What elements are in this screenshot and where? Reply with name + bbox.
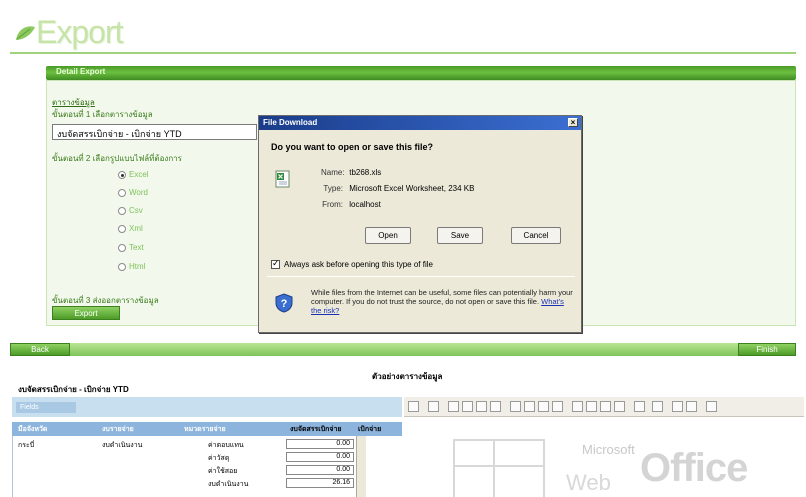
collapse-icon[interactable]	[572, 401, 583, 412]
header-category[interactable]: หมวดรายจ่าย	[184, 424, 226, 435]
finish-button[interactable]: Finish	[738, 343, 796, 356]
header-divider	[10, 52, 796, 54]
format-label: Text	[129, 243, 144, 252]
dialog-separator	[267, 276, 575, 277]
sort-descending-icon[interactable]	[462, 401, 473, 412]
expand-icon[interactable]	[586, 401, 597, 412]
row-province[interactable]: กระบี่	[18, 440, 34, 451]
radio-button[interactable]	[118, 224, 126, 233]
page-title: Export	[36, 14, 123, 50]
row-value: 26.16	[286, 478, 354, 488]
always-ask-label: Always ask before opening this type of f…	[284, 260, 433, 269]
file-from-value: localhost	[349, 200, 381, 209]
row-category: ค่าวัสดุ	[208, 455, 230, 462]
filter-icon[interactable]	[476, 401, 487, 412]
row-category: งบดำเนินงาน	[208, 481, 249, 488]
name-key: Name:	[321, 168, 345, 177]
format-option-html[interactable]: Html	[118, 262, 145, 271]
row-value: 0.00	[286, 452, 354, 462]
svg-text:?: ?	[281, 298, 288, 310]
pivot-scrollbar[interactable]	[356, 436, 366, 497]
format-option-excel[interactable]: Excel	[118, 170, 149, 179]
row-category: ค่าตอบแทน	[208, 442, 244, 449]
warning-message: While files from the Internet can be use…	[311, 288, 573, 315]
row-value: 0.00	[286, 439, 354, 449]
save-button[interactable]: Save	[437, 227, 483, 244]
format-option-text[interactable]: Text	[118, 243, 144, 252]
autofilter-icon[interactable]	[490, 401, 501, 412]
copy-icon[interactable]	[428, 401, 439, 412]
always-ask-option[interactable]: Always ask before opening this type of f…	[271, 258, 433, 269]
header-budget[interactable]: งบรายจ่าย	[102, 424, 134, 435]
sample-table-title: ตัวอย่างตารางข้อมูล	[372, 372, 443, 381]
detail-section-bar: Detail Export	[46, 66, 796, 80]
file-download-dialog: File Download × Do you want to open or s…	[258, 115, 582, 333]
radio-button[interactable]	[118, 170, 126, 179]
warning-text: While files from the Internet can be use…	[311, 288, 573, 306]
subtotal-icon[interactable]	[524, 401, 535, 412]
format-label: Html	[129, 262, 146, 271]
sort-ascending-icon[interactable]	[448, 401, 459, 412]
header-allocated: งบจัดสรรเบิกจ่าย	[290, 426, 342, 433]
format-option-xml[interactable]: Xml	[118, 224, 143, 233]
format-label: Xml	[129, 224, 143, 233]
file-name-value: tb268.xls	[349, 168, 382, 177]
hide-details-icon[interactable]	[600, 401, 611, 412]
excel-file-icon	[275, 170, 290, 188]
always-ask-checkbox[interactable]	[271, 258, 280, 269]
file-type-value: Microsoft Excel Worksheet, 234 KB	[349, 184, 475, 193]
row-category: ค่าใช้สอย	[208, 468, 238, 475]
show-details-icon[interactable]	[614, 401, 625, 412]
radio-button[interactable]	[118, 243, 126, 252]
format-option-word[interactable]: Word	[118, 188, 148, 197]
navigation-bar	[10, 343, 796, 356]
dialog-titlebar[interactable]: File Download ×	[259, 116, 581, 130]
back-button[interactable]: Back	[10, 343, 70, 356]
format-label: Excel	[129, 170, 149, 179]
show-as-icon[interactable]	[552, 401, 563, 412]
type-key: Type:	[323, 184, 343, 193]
leaf-logo-icon	[16, 26, 35, 40]
from-key: From:	[322, 200, 343, 209]
radio-button[interactable]	[118, 262, 126, 271]
table-select[interactable]: งบจัดสรรเบิกจ่าย - เบิกจ่าย YTD	[52, 124, 257, 140]
format-option-csv[interactable]: Csv	[118, 206, 143, 215]
step2-label: ขั้นตอนที่ 2 เลือกรูปแบบไฟล์ที่ต้องการ	[52, 154, 182, 163]
dialog-title: File Download	[263, 118, 318, 127]
dialog-question: Do you want to open or save this file?	[271, 142, 434, 152]
header-province[interactable]: มือจังหวัด	[18, 424, 47, 435]
close-icon[interactable]: ×	[568, 118, 578, 127]
radio-button[interactable]	[118, 188, 126, 197]
office-grid-watermark	[453, 439, 545, 497]
open-button[interactable]: Open	[365, 227, 411, 244]
field-list-icon[interactable]	[672, 401, 683, 412]
export-to-excel-icon[interactable]	[652, 401, 663, 412]
row-budget[interactable]: งบดำเนินงาน	[102, 440, 142, 451]
calculated-field-icon[interactable]	[538, 401, 549, 412]
chart-wizard-icon[interactable]	[408, 401, 419, 412]
file-from-row: From: localhost	[321, 200, 381, 209]
office-brand-small: Microsoft	[582, 442, 635, 457]
format-label: Csv	[129, 206, 143, 215]
format-label: Word	[129, 188, 148, 197]
pivot-title: งบจัดสรรเบิกจ่าย - เบิกจ่าย YTD	[18, 385, 129, 394]
cancel-button[interactable]: Cancel	[511, 227, 561, 244]
export-button[interactable]: Export	[52, 306, 120, 320]
commands-options-icon[interactable]	[686, 401, 697, 412]
file-type-row: Type: Microsoft Excel Worksheet, 234 KB	[321, 184, 474, 193]
security-shield-icon: ?	[275, 293, 293, 313]
autocalc-icon[interactable]	[510, 401, 521, 412]
office-brand-web: Web	[566, 470, 611, 495]
detail-section-title: Detail Export	[56, 67, 106, 76]
refresh-icon[interactable]	[634, 401, 645, 412]
step1-label: ขั้นตอนที่ 1 เลือกตารางข้อมูล	[52, 110, 153, 119]
file-name-row: Name: tb268.xls	[321, 168, 381, 177]
header-disbursed: เบิกจ่าย	[358, 426, 382, 433]
office-brand-large: Office	[640, 446, 748, 490]
row-value: 0.00	[286, 465, 354, 475]
radio-button[interactable]	[118, 206, 126, 215]
pivot-filter-field[interactable]: Fields	[16, 402, 76, 413]
help-icon[interactable]	[706, 401, 717, 412]
